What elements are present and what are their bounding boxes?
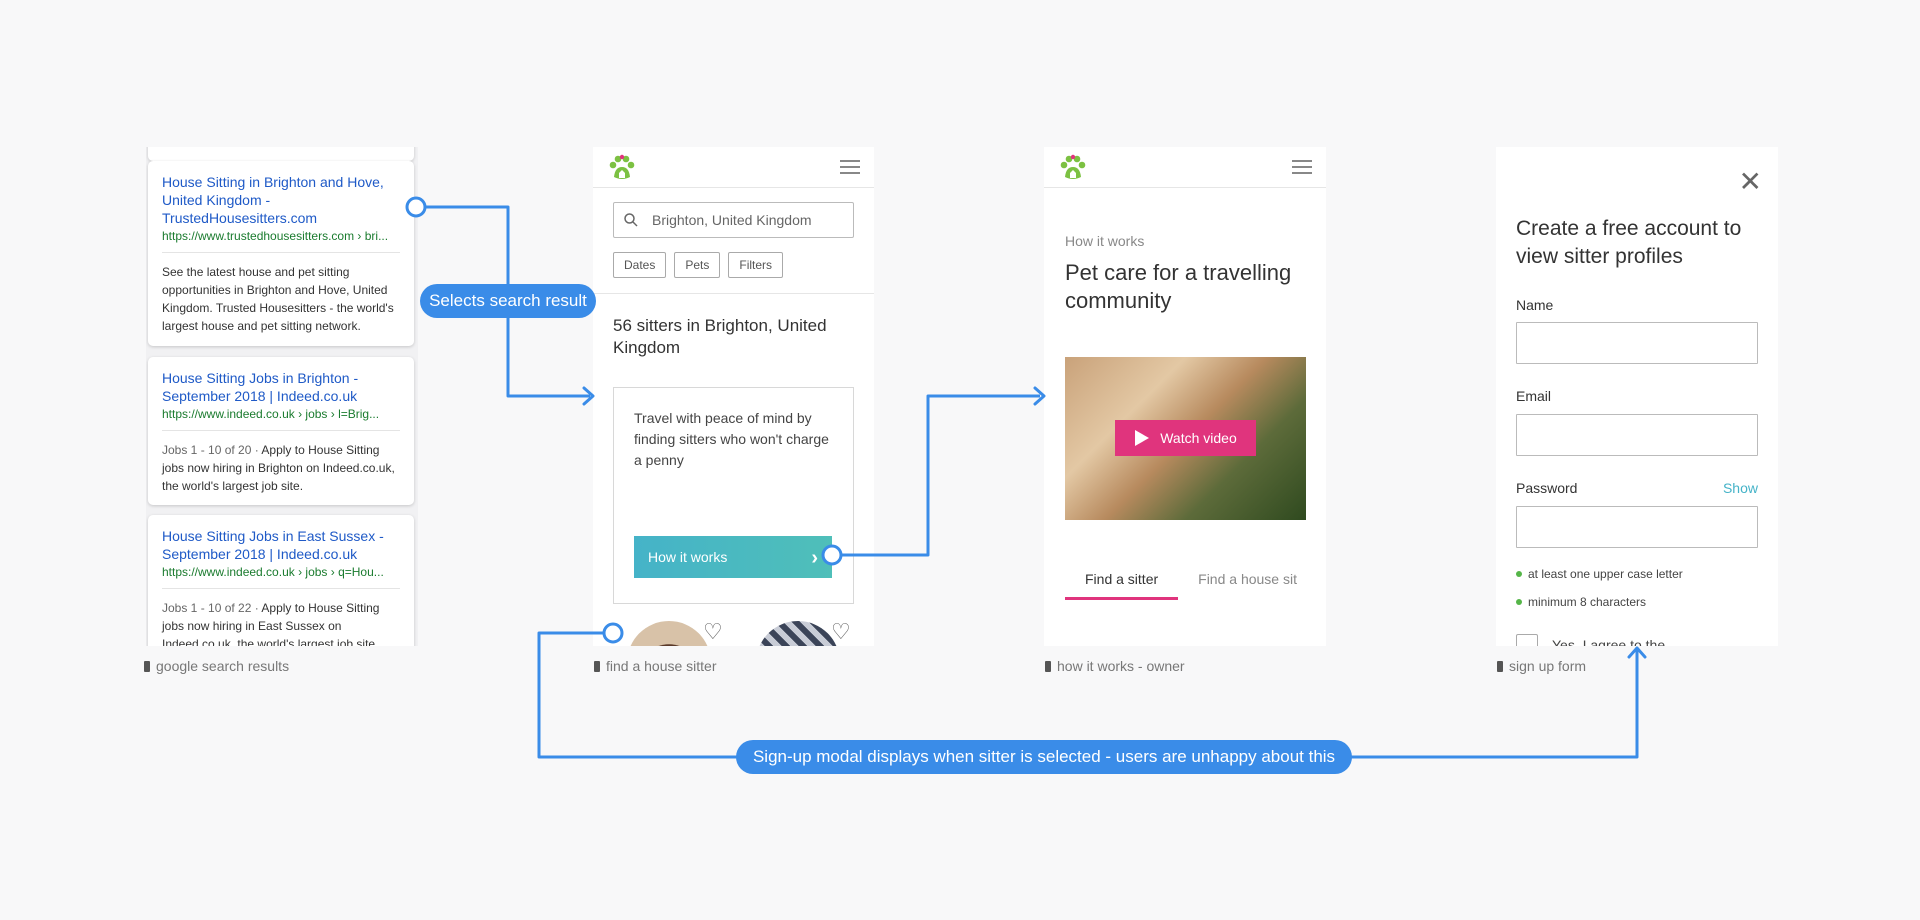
annotation-select-result: Selects search result (420, 284, 596, 318)
flow-connectors (405, 196, 1647, 759)
flow-arrow-search-to-signup (537, 631, 1639, 759)
annotation-signup-modal: Sign-up modal displays when sitter is se… (736, 740, 1352, 774)
flow-start-node-icon (602, 622, 624, 644)
flow-start-node-icon (405, 196, 427, 218)
flow-start-node-icon (821, 544, 843, 566)
flow-arrow-search-to-how (832, 394, 1040, 557)
